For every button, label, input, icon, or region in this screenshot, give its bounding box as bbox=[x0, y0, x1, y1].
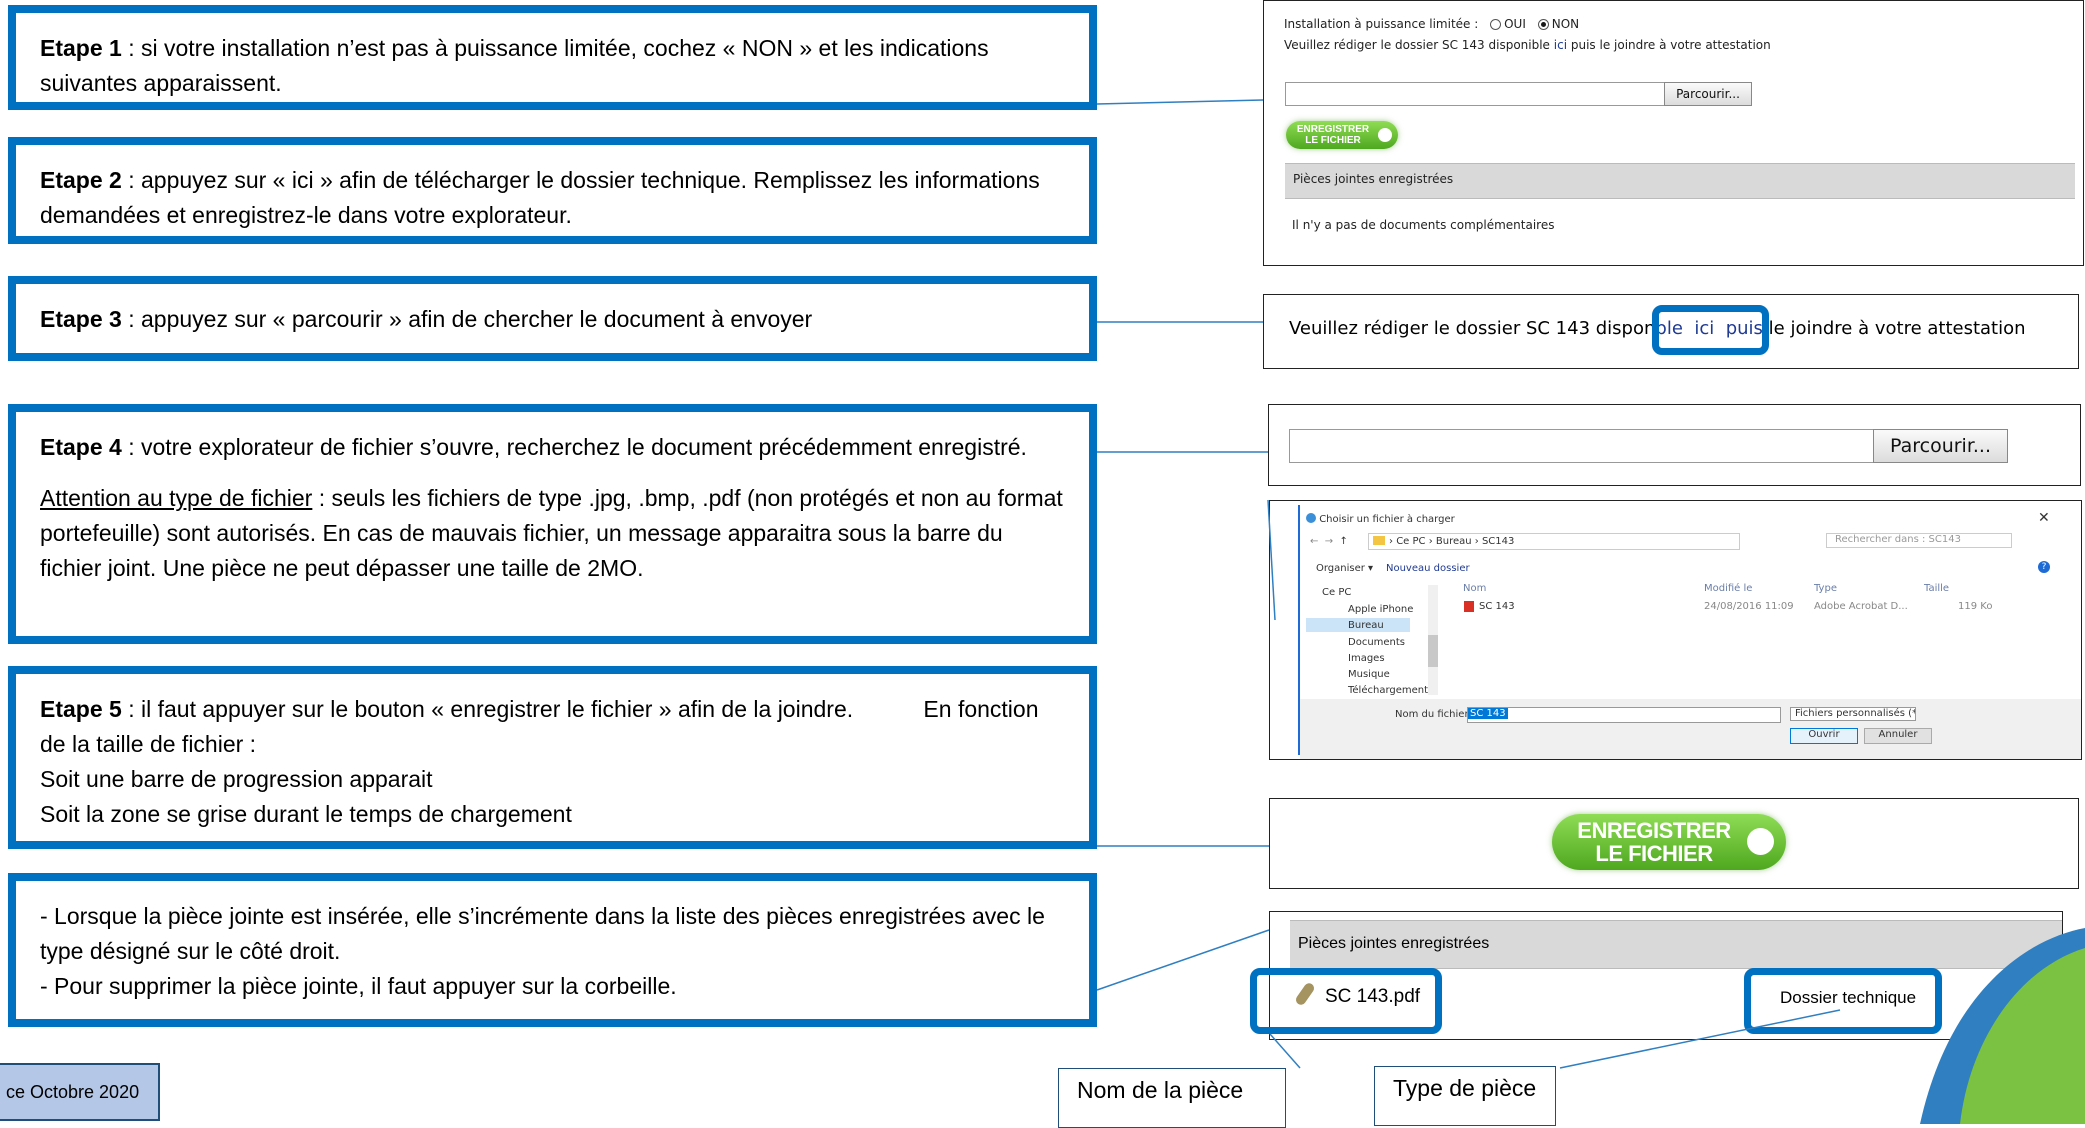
dialog-title: Choisir un fichier à charger bbox=[1319, 514, 1455, 525]
step-3-label: Etape 3 bbox=[40, 306, 122, 332]
form-screenshot: Installation à puissance limitée : OUI N… bbox=[1263, 0, 2084, 266]
step-2-box: Etape 2 : appuyez sur « ici » afin de té… bbox=[8, 137, 1097, 244]
step-3-box: Etape 3 : appuyez sur « parcourir » afin… bbox=[8, 276, 1097, 361]
pdf-icon bbox=[1464, 601, 1474, 612]
path-segment-3[interactable]: SC143 bbox=[1482, 536, 1514, 547]
step-4-text: : votre explorateur de fichier s’ouvre, … bbox=[121, 434, 1027, 460]
step-4-box: Etape 4 : votre explorateur de fichier s… bbox=[8, 404, 1097, 644]
ici-highlight bbox=[1652, 305, 1769, 355]
step-5-label: Etape 5 bbox=[40, 696, 122, 722]
folder-icon bbox=[1373, 536, 1385, 545]
file-path-input[interactable] bbox=[1285, 82, 1665, 106]
file-dialog-screenshot: Choisir un fichier à charger ✕ ← → ↑ › C… bbox=[1269, 500, 2082, 760]
instruction-line: Veuillez rédiger le dossier SC 143 dispo… bbox=[1284, 38, 1771, 52]
save-file-button[interactable]: ENREGISTRER LE FICHIER bbox=[1286, 121, 1398, 149]
radio-non-label: NON bbox=[1551, 17, 1580, 31]
attachments-header-text: Pièces jointes enregistrées bbox=[1293, 172, 1454, 186]
zoom-browse-button[interactable]: Parcourir... bbox=[1873, 429, 2008, 463]
callout-piece-name: Nom de la pièce bbox=[1058, 1068, 1286, 1128]
footer-date: ce Octobre 2020 bbox=[0, 1063, 160, 1121]
dialog-app-icon bbox=[1306, 513, 1316, 523]
step-5-box: Etape 5 : il faut appuyer sur le bouton … bbox=[8, 666, 1097, 849]
new-folder-button[interactable]: Nouveau dossier bbox=[1386, 563, 1470, 574]
file-date: 24/08/2016 11:09 bbox=[1704, 601, 1794, 612]
power-limit-question: Installation à puissance limitée : bbox=[1284, 17, 1479, 31]
zoom-instruction-screenshot: Veuillez rédiger le dossier SC 143 dispo… bbox=[1263, 294, 2079, 369]
column-modified[interactable]: Modifié le bbox=[1704, 583, 1752, 594]
filename-input[interactable]: SC 143 bbox=[1467, 707, 1781, 723]
cancel-button[interactable]: Annuler bbox=[1864, 728, 1932, 744]
step-2-label: Etape 2 bbox=[40, 167, 122, 193]
file-size: 119 Ko bbox=[1958, 601, 1993, 612]
column-size[interactable]: Taille bbox=[1924, 583, 1949, 594]
dialog-path-bar[interactable]: › Ce PC › Bureau › SC143 bbox=[1368, 533, 1740, 550]
tree-item-telechargement[interactable]: Téléchargement bbox=[1348, 685, 1428, 696]
radio-oui-label: OUI bbox=[1504, 17, 1526, 31]
tree-item-apple-iphone[interactable]: Apple iPhone bbox=[1348, 604, 1413, 615]
file-type-filter[interactable]: Fichiers personnalisés (*.PDF;*.J bbox=[1790, 707, 1916, 721]
step-6-line-2: - Pour supprimer la pièce jointe, il fau… bbox=[40, 973, 677, 999]
step-4-label: Etape 4 bbox=[40, 434, 122, 460]
no-documents-text: Il n'y a pas de documents complémentaire… bbox=[1292, 218, 1555, 232]
corner-decoration bbox=[1920, 928, 2085, 1124]
step-5-line-2: Soit une barre de progression apparait bbox=[40, 766, 433, 792]
instruction-before: Veuillez rédiger le dossier SC 143 dispo… bbox=[1284, 38, 1550, 52]
tree-item-documents[interactable]: Documents bbox=[1348, 637, 1405, 648]
zoom-refresh-icon bbox=[1747, 828, 1774, 855]
step-6-box: - Lorsque la pièce jointe est insérée, e… bbox=[8, 873, 1097, 1027]
step-5-text: : il faut appuyer sur le bouton « enregi… bbox=[40, 696, 1045, 757]
step-2-text: : appuyez sur « ici » afin de télécharge… bbox=[40, 167, 1040, 228]
dialog-title-row: Choisir un fichier à charger bbox=[1306, 513, 1455, 525]
tree-item-musique[interactable]: Musique bbox=[1348, 669, 1390, 680]
radio-oui[interactable] bbox=[1490, 19, 1502, 30]
browse-button[interactable]: Parcourir... bbox=[1664, 82, 1752, 106]
zoom-instruction-before: Veuillez rédiger le dossier SC 143 dispo… bbox=[1289, 318, 1656, 339]
tree-item-images[interactable]: Images bbox=[1348, 653, 1385, 664]
zoom-browse-screenshot: Parcourir... bbox=[1268, 404, 2081, 486]
zoom-save-screenshot: ENREGISTRER LE FICHIER bbox=[1269, 798, 2079, 889]
attachments-header: Pièces jointes enregistrées bbox=[1285, 163, 2075, 199]
path-segment-1[interactable]: Ce PC bbox=[1396, 536, 1425, 547]
file-name: SC 143 bbox=[1479, 601, 1515, 612]
tree-scrollbar[interactable] bbox=[1428, 585, 1438, 695]
footer-date-text: ce Octobre 2020 bbox=[6, 1082, 140, 1102]
organize-menu[interactable]: Organiser ▾ bbox=[1316, 563, 1373, 574]
power-limit-row: Installation à puissance limitée : OUI N… bbox=[1284, 17, 1579, 31]
tree-item-ce-pc[interactable]: Ce PC bbox=[1322, 587, 1351, 598]
dialog-nav-icons[interactable]: ← → ↑ bbox=[1310, 536, 1348, 547]
attachment-name-highlight bbox=[1250, 968, 1442, 1034]
step-3-text: : appuyez sur « parcourir » afin de cher… bbox=[121, 306, 813, 332]
zoom-file-path-input[interactable] bbox=[1289, 429, 1874, 463]
step-6-line-1: - Lorsque la pièce jointe est insérée, e… bbox=[40, 903, 1045, 964]
instruction-after: puis le joindre à votre attestation bbox=[1570, 38, 1771, 52]
step-1-text: : si votre installation n’est pas à puis… bbox=[40, 35, 989, 96]
instruction-link[interactable]: ici bbox=[1554, 38, 1567, 52]
step-1-box: Etape 1 : si votre installation n’est pa… bbox=[8, 5, 1097, 110]
column-type[interactable]: Type bbox=[1814, 583, 1837, 594]
attachment-header-text: Pièces jointes enregistrées bbox=[1298, 935, 1490, 952]
tree-item-bureau[interactable]: Bureau bbox=[1348, 620, 1384, 631]
step-5-line-3: Soit la zone se grise durant le temps de… bbox=[40, 801, 572, 827]
refresh-icon bbox=[1378, 128, 1392, 142]
zoom-instruction-after: le joindre à votre attestation bbox=[1762, 318, 2026, 339]
callout-piece-type: Type de pièce bbox=[1374, 1066, 1556, 1126]
path-segment-2[interactable]: Bureau bbox=[1436, 536, 1472, 547]
dialog-close-icon[interactable]: ✕ bbox=[2038, 510, 2050, 526]
step-1-label: Etape 1 bbox=[40, 35, 122, 61]
filename-label: Nom du fichier : bbox=[1395, 709, 1476, 720]
file-type: Adobe Acrobat D... bbox=[1814, 601, 1908, 612]
filename-value: SC 143 bbox=[1468, 708, 1508, 719]
radio-non[interactable] bbox=[1537, 19, 1549, 30]
column-name[interactable]: Nom bbox=[1463, 583, 1486, 594]
help-icon[interactable]: ? bbox=[2038, 561, 2050, 573]
dialog-search-input[interactable]: Rechercher dans : SC143 bbox=[1826, 533, 2012, 548]
zoom-save-file-button[interactable]: ENREGISTRER LE FICHIER bbox=[1552, 814, 1786, 870]
step-4-warning-title: Attention au type de fichier bbox=[40, 485, 313, 511]
open-button[interactable]: Ouvrir bbox=[1790, 728, 1858, 744]
